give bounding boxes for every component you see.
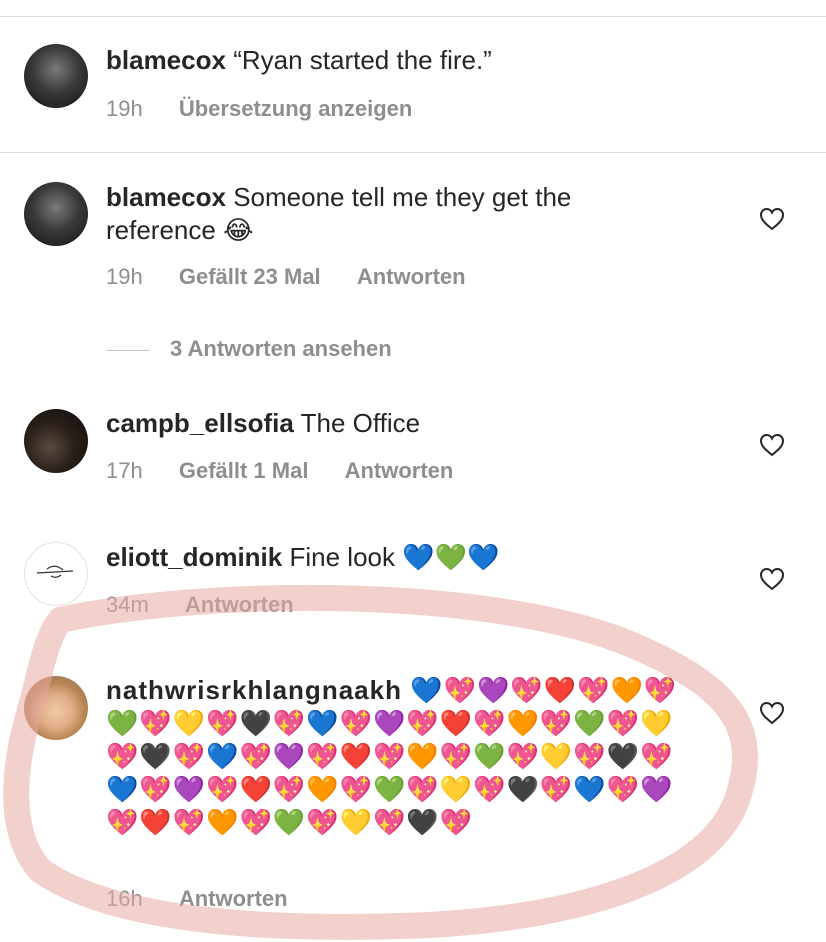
- avatar[interactable]: [24, 409, 88, 473]
- top-divider: [0, 16, 826, 17]
- comment-body: nathwrisrkhlangnaakh 💙💖💜💖❤️💖🧡💖💚💖💛💖🖤💖💙💖💜💖…: [106, 674, 706, 839]
- likes-count[interactable]: Gefällt 1 Mal: [179, 458, 309, 483]
- reply-button[interactable]: Antworten: [357, 264, 466, 289]
- avatar[interactable]: [24, 182, 88, 246]
- heart-outline-icon[interactable]: [759, 433, 785, 457]
- username[interactable]: nathwrisrkhlangnaakh: [106, 675, 402, 705]
- comment-meta: 19h Übersetzung anzeigen: [106, 96, 442, 122]
- username[interactable]: blamecox: [106, 45, 226, 75]
- avatar[interactable]: [24, 44, 88, 108]
- likes-count[interactable]: Gefällt 23 Mal: [179, 264, 321, 289]
- comment-meta: 17h Gefällt 1 Mal Antworten: [106, 458, 483, 484]
- heart-outline-icon[interactable]: [759, 207, 785, 231]
- username[interactable]: blamecox: [106, 182, 226, 212]
- comment-body: blamecox “Ryan started the fire.”: [106, 44, 736, 77]
- sketch-icon: [36, 565, 74, 578]
- comment-text: “Ryan started the fire.”: [233, 45, 492, 75]
- comment-text: The Office: [300, 408, 421, 438]
- comment-meta: 19h Gefällt 23 Mal Antworten: [106, 264, 496, 290]
- comment-body: blamecox Someone tell me they get the re…: [106, 181, 666, 247]
- heart-outline-icon[interactable]: [759, 567, 785, 591]
- reply-button[interactable]: Antworten: [185, 592, 294, 617]
- timestamp: 34m: [106, 592, 149, 617]
- heart-outline-icon[interactable]: [759, 701, 785, 725]
- replies-line: [106, 349, 150, 351]
- avatar[interactable]: [24, 676, 88, 740]
- divider: [0, 152, 826, 153]
- username[interactable]: eliott_dominik: [106, 542, 282, 572]
- comment-meta: 34m Antworten: [106, 592, 324, 618]
- comment-body: campb_ellsofia The Office: [106, 407, 736, 440]
- view-replies-label: 3 Antworten ansehen: [170, 336, 392, 361]
- comment-meta: 16h Antworten: [106, 886, 318, 912]
- reply-button[interactable]: Antworten: [179, 886, 288, 911]
- timestamp: 19h: [106, 264, 143, 289]
- username[interactable]: campb_ellsofia: [106, 408, 294, 438]
- timestamp: 16h: [106, 886, 143, 911]
- comment-body: eliott_dominik Fine look 💙💚💙: [106, 541, 736, 574]
- timestamp: 17h: [106, 458, 143, 483]
- avatar[interactable]: [24, 542, 88, 606]
- translate-link[interactable]: Übersetzung anzeigen: [179, 96, 412, 121]
- reply-button[interactable]: Antworten: [345, 458, 454, 483]
- view-replies-link[interactable]: 3 Antworten ansehen: [106, 336, 392, 362]
- timestamp: 19h: [106, 96, 143, 121]
- comment-text: Fine look 💙💚💙: [289, 542, 500, 572]
